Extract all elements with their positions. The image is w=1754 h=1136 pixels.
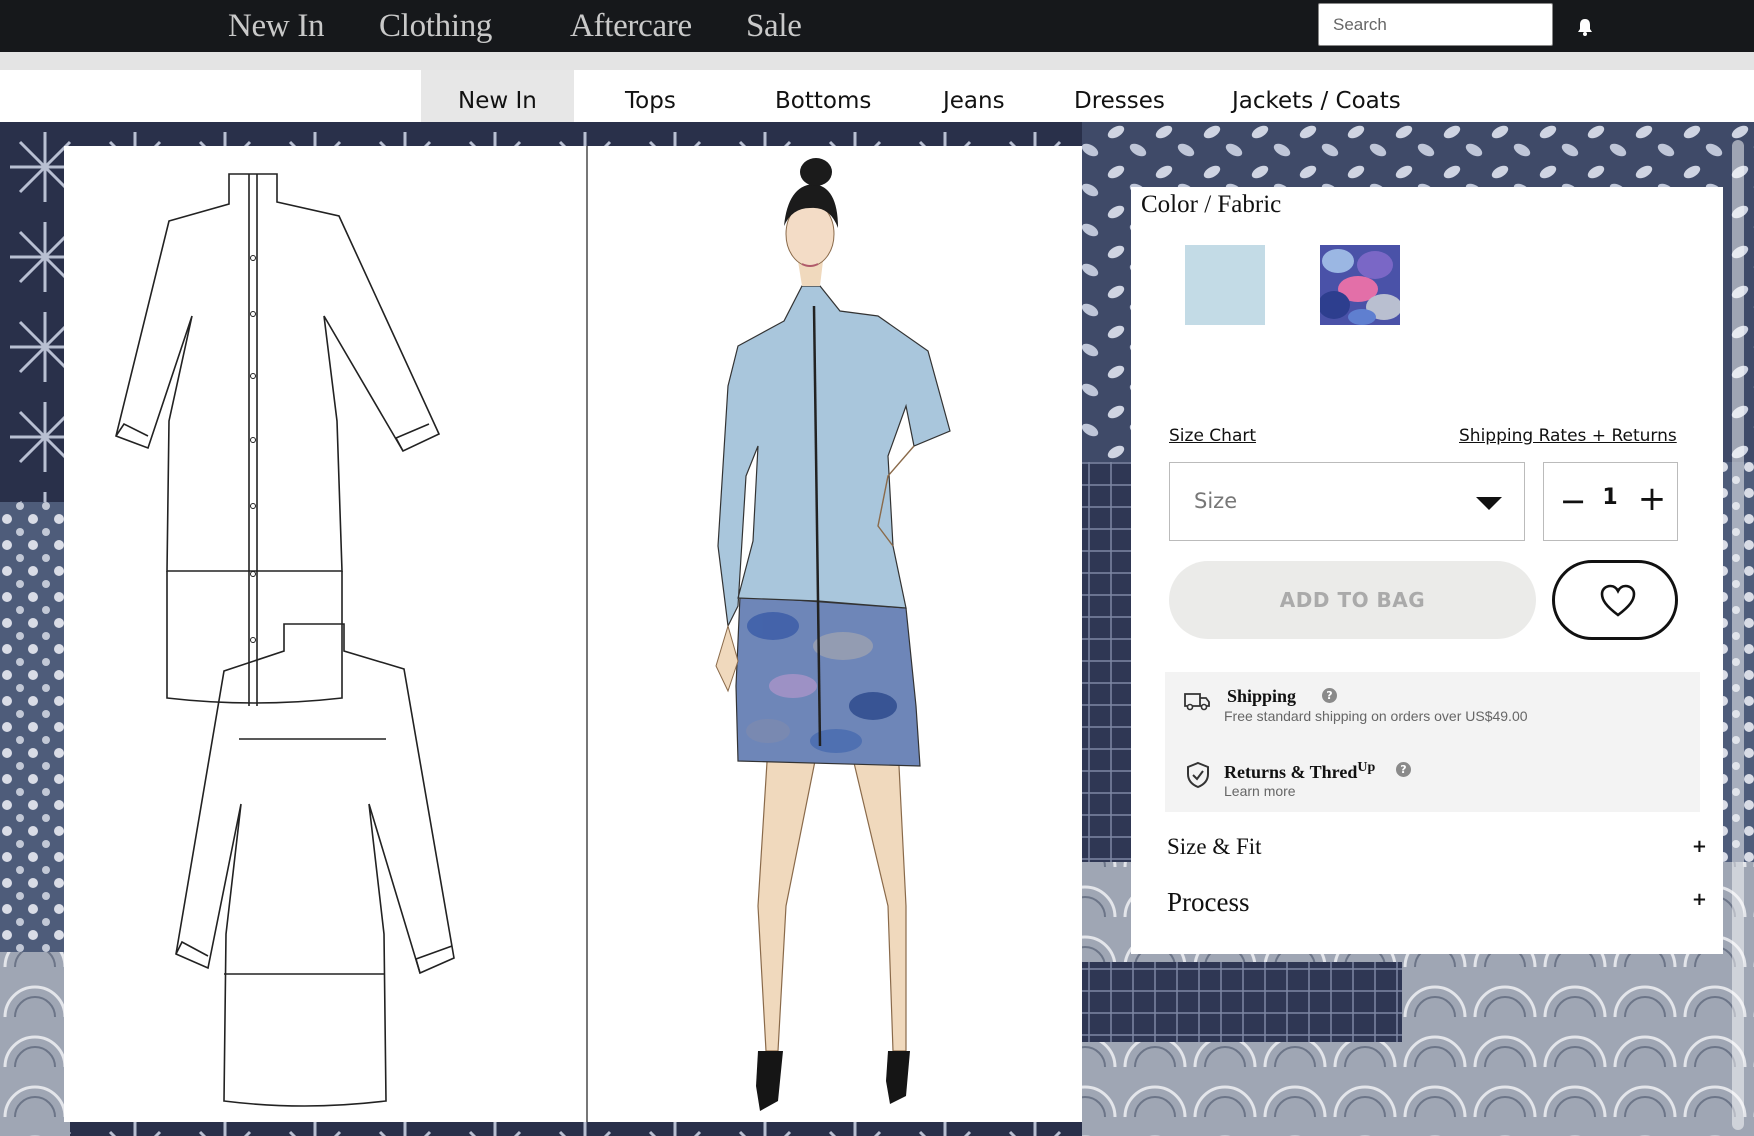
top-navigation: New In Clothing Aftercare Sale (0, 0, 1754, 52)
returns-title-sup: Up (1357, 760, 1376, 775)
fashion-illustration (715, 158, 951, 1111)
accordion-size-fit-label: Size & Fit (1167, 834, 1262, 859)
product-detail-panel: Color / Fabric Size Chart Shipping Rates… (1131, 187, 1723, 954)
bell-icon[interactable] (1574, 16, 1596, 38)
technical-flat-drawing (115, 173, 455, 1107)
tab-jeans[interactable]: Jeans (943, 88, 1005, 114)
heart-icon (1600, 584, 1636, 617)
nav-link-new-in[interactable]: New In (228, 8, 325, 45)
returns-title-text: Returns & Thred (1224, 762, 1358, 782)
nav-link-aftercare[interactable]: Aftercare (570, 8, 692, 45)
wishlist-button[interactable] (1552, 560, 1678, 640)
search-input[interactable] (1318, 3, 1553, 46)
caret-down-icon (1476, 497, 1502, 510)
truck-icon (1184, 693, 1210, 711)
quantity-stepper: − 1 + (1543, 462, 1678, 541)
swatch-light-blue[interactable] (1185, 245, 1265, 325)
returns-title: Returns & ThredUp (1224, 760, 1375, 783)
size-select-value: Size (1194, 489, 1238, 513)
page-scrollbar[interactable] (1732, 140, 1744, 1130)
shipping-title: Shipping (1227, 686, 1297, 706)
tab-dresses[interactable]: Dresses (1074, 88, 1165, 114)
plus-icon: + (1691, 836, 1707, 857)
tab-tops[interactable]: Tops (625, 88, 676, 114)
add-to-bag-button[interactable]: ADD TO BAG (1169, 561, 1536, 639)
swatch-blue-floral-print[interactable] (1320, 245, 1400, 325)
nav-link-sale[interactable]: Sale (746, 8, 802, 45)
shipping-subtitle: Free standard shipping on orders over US… (1224, 708, 1528, 724)
accordion-process-label: Process (1167, 887, 1250, 917)
minus-icon[interactable]: − (1558, 481, 1588, 521)
tab-bottoms[interactable]: Bottoms (775, 88, 871, 114)
plus-icon[interactable]: + (1637, 479, 1667, 519)
accordion-process[interactable]: Process + (1167, 881, 1707, 921)
size-select[interactable]: Size (1169, 462, 1525, 541)
shipping-returns-link[interactable]: Shipping Rates + Returns (1459, 426, 1677, 446)
shield-check-icon (1187, 761, 1209, 789)
shipping-returns-info: Shipping ? Free standard shipping on ord… (1165, 672, 1700, 812)
product-illustration-panel (64, 146, 1082, 1122)
tab-new-in[interactable]: New In (458, 88, 537, 114)
nav-separator (0, 52, 1754, 70)
help-icon[interactable]: ? (1322, 688, 1337, 703)
size-chart-link[interactable]: Size Chart (1169, 426, 1256, 446)
plus-icon: + (1691, 889, 1707, 910)
accordion-size-fit[interactable]: Size & Fit + (1167, 828, 1707, 868)
color-fabric-label: Color / Fabric (1141, 191, 1282, 218)
quantity-value: 1 (1602, 485, 1618, 510)
returns-learn-more[interactable]: Learn more (1224, 783, 1296, 799)
category-tabs: New In Tops Bottoms Jeans Dresses Jacket… (0, 70, 1754, 122)
help-icon[interactable]: ? (1396, 762, 1411, 777)
tab-jackets-coats[interactable]: Jackets / Coats (1232, 88, 1401, 114)
nav-link-clothing[interactable]: Clothing (379, 8, 492, 45)
